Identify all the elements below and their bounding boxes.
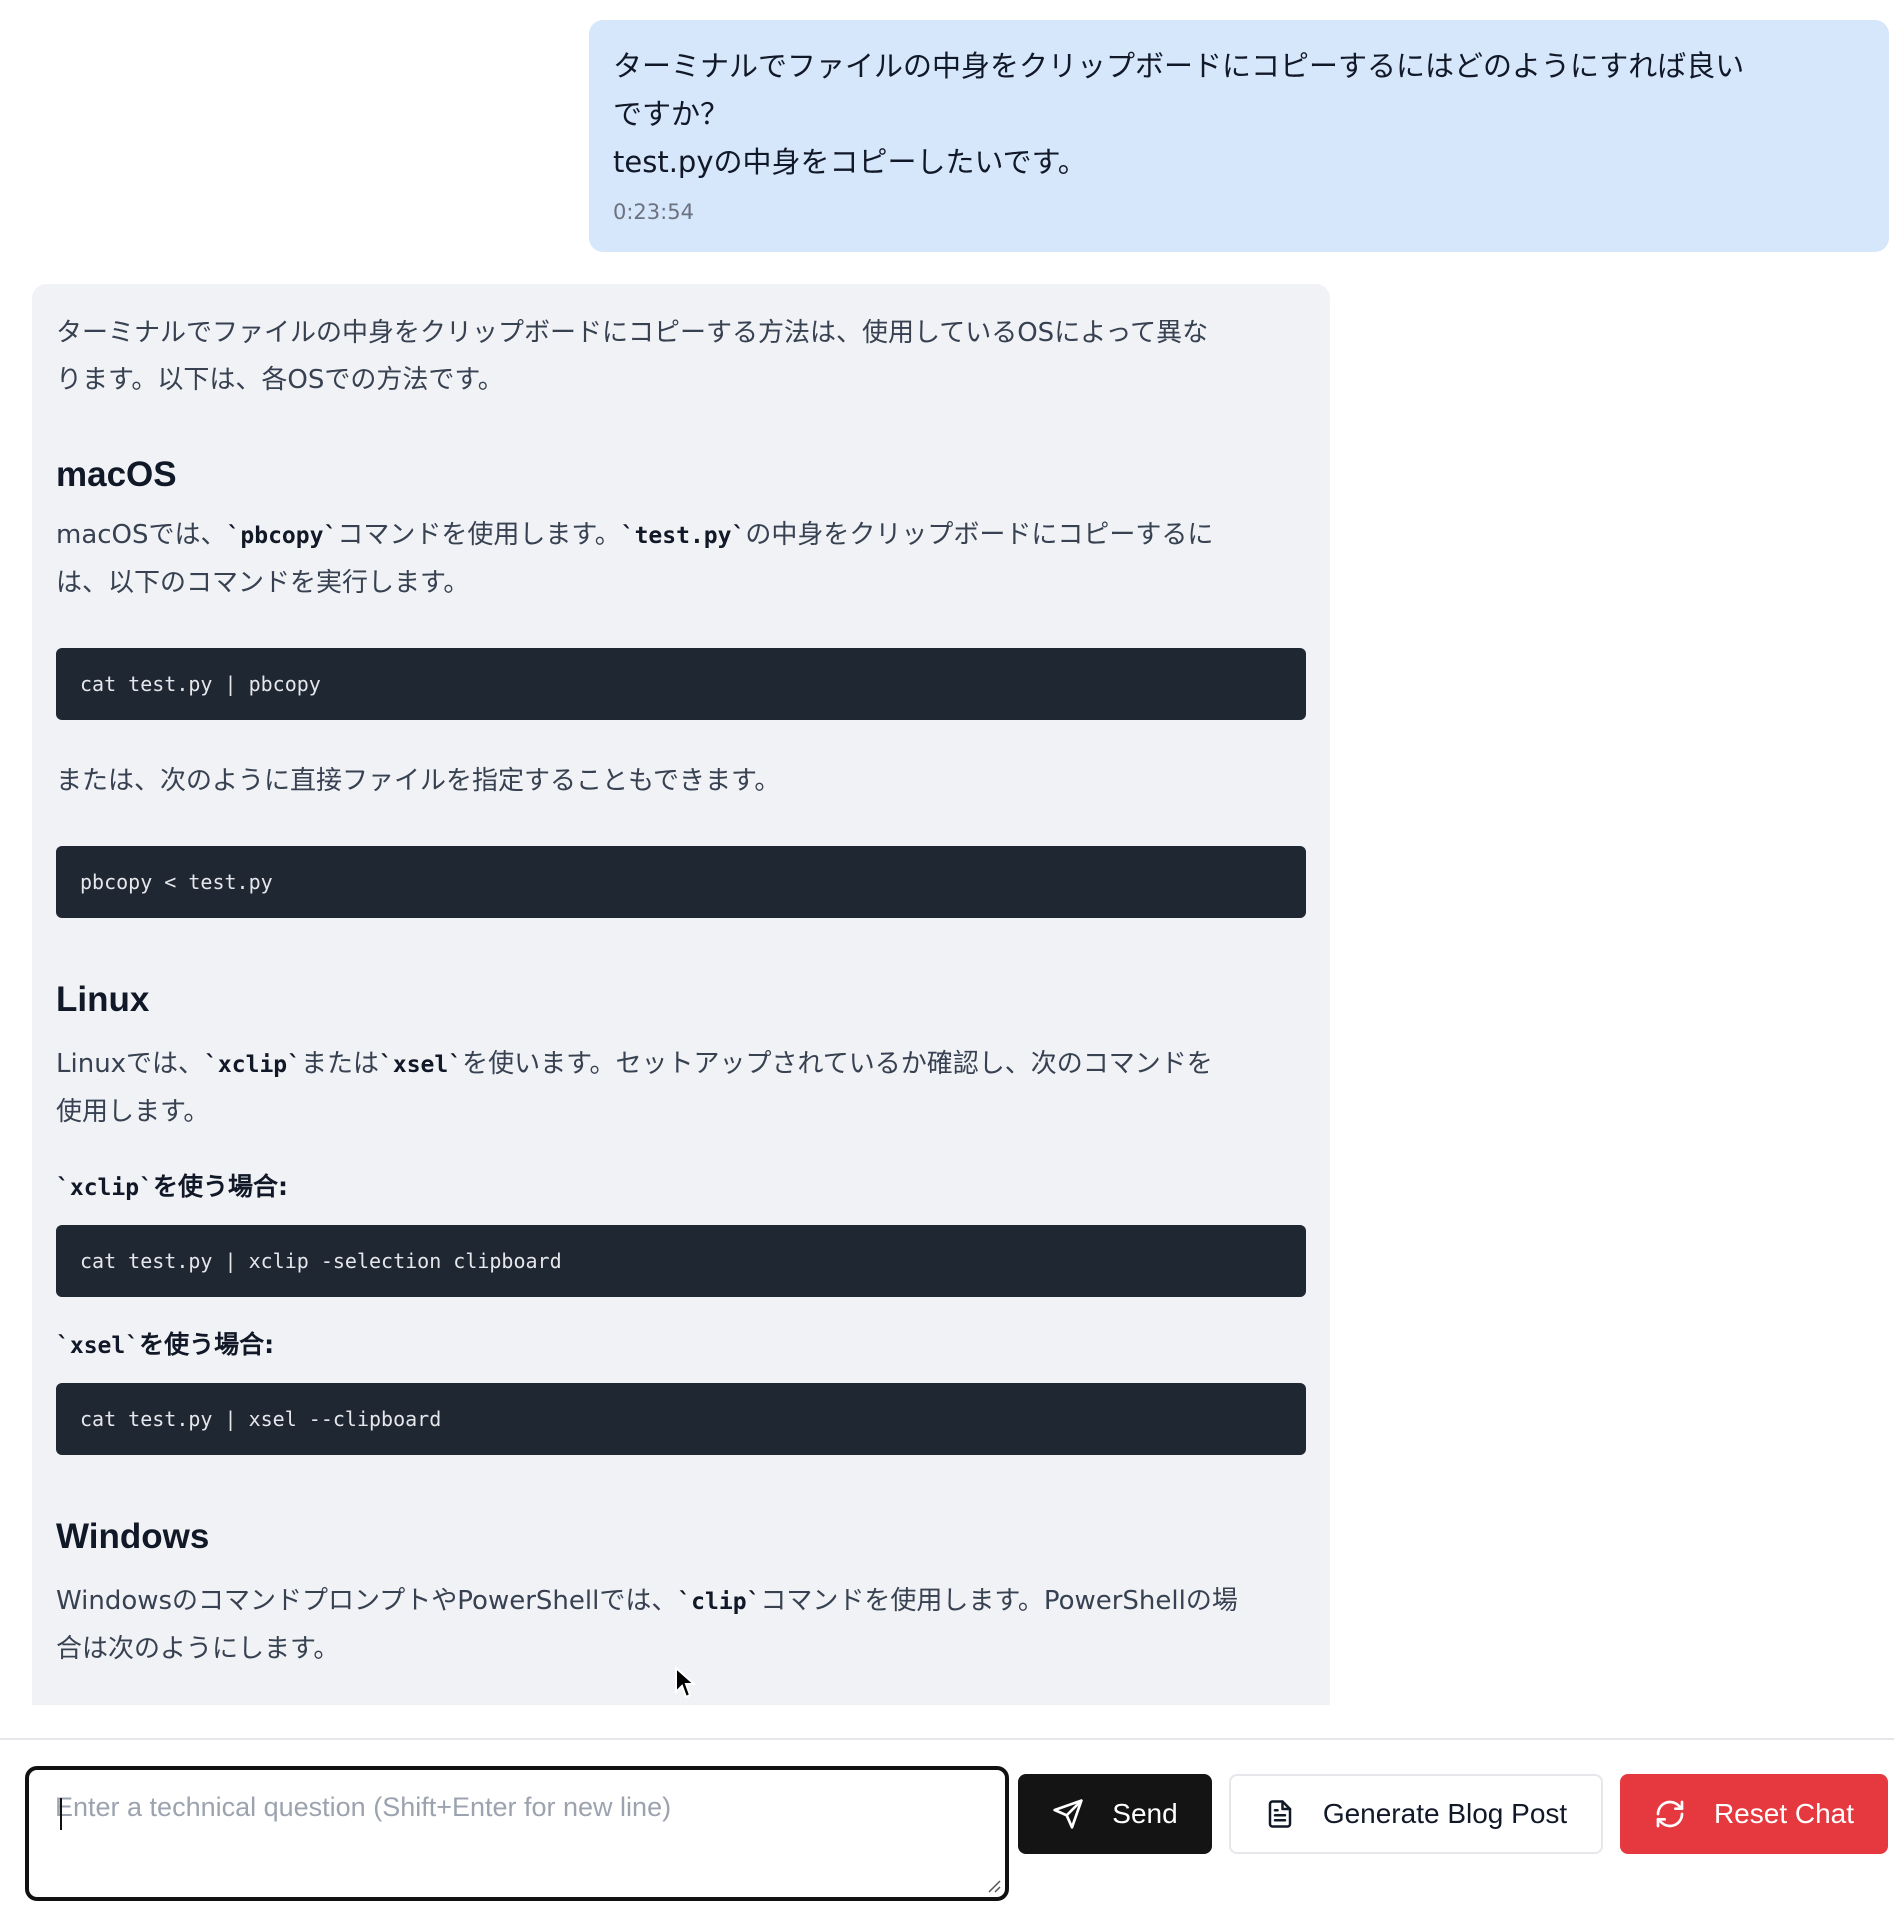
text: Windowsのコマンドプロンプトや (56, 1586, 458, 1616)
user-message-line: test.pyの中身をコピーしたいです。 (613, 145, 1087, 179)
input-bar: Send Generate Blog Post Reset Chat (0, 1738, 1894, 1924)
code-block-xsel[interactable]: cat test.py | xsel --clipboard (56, 1383, 1306, 1455)
subheading-xclip: `xclip`を使う場合: (56, 1170, 1306, 1205)
document-icon (1268, 1800, 1292, 1828)
reset-chat-button[interactable]: Reset Chat (1620, 1774, 1888, 1854)
intro-line: ターミナルでファイルの中身をクリップボードにコピーする方法は、使用しているOSに… (56, 318, 1209, 348)
text: コマンドを使用します。 (337, 520, 621, 550)
inline-code: `xsel` (56, 1333, 140, 1359)
text: Linuxでは、 (56, 1049, 205, 1079)
inline-code: `clip` (677, 1589, 761, 1615)
send-button-label: Send (1112, 1798, 1178, 1829)
reset-chat-label: Reset Chat (1713, 1798, 1855, 1829)
paper-plane-icon (1053, 1799, 1083, 1829)
inline-code: `xsel` (379, 1052, 463, 1078)
send-button[interactable]: Send (1018, 1774, 1212, 1854)
text: を使う場合: (152, 1172, 288, 1201)
user-message-line: ターミナルでファイルの中身をクリップボードにコピーするにはどのようにすれば良い (613, 49, 1745, 83)
code-block-xclip[interactable]: cat test.py | xclip -selection clipboard (56, 1225, 1306, 1297)
intro-line: ります。以下は、各OSでの方法です。 (56, 365, 504, 395)
message-timestamp: 0:23:54 (613, 200, 694, 224)
generate-blog-post-label: Generate Blog Post (1322, 1798, 1568, 1829)
inline-code: `xclip` (204, 1052, 301, 1078)
resize-handle-icon[interactable] (985, 1877, 1001, 1893)
text: を使います。セットアップされているか確認し、次のコマンドを (462, 1049, 1213, 1079)
text: 合は次のようにします。 (56, 1634, 340, 1664)
subheading-xsel: `xsel`を使う場合: (56, 1328, 1306, 1363)
text: の中身をクリップボードにコピーするに (745, 520, 1214, 550)
refresh-icon (1656, 1800, 1684, 1828)
question-input-wrapper[interactable] (25, 1766, 1009, 1901)
intro-paragraph: ターミナルでファイルの中身をクリップボードにコピーする方法は、使用しているOSに… (56, 310, 1306, 404)
user-message-text: ターミナルでファイルの中身をクリップボードにコピーするにはどのようにすれば良い … (613, 42, 1865, 186)
windows-paragraph: WindowsのコマンドプロンプトやPowerShellでは、`clip`コマン… (56, 1578, 1306, 1673)
code-block-pbcopy[interactable]: cat test.py | pbcopy (56, 648, 1306, 720)
text: コマンドを使用します。PowerShellの場 (760, 1586, 1238, 1616)
text: を使う場合: (139, 1330, 275, 1359)
text: macOSでは、 (56, 520, 227, 550)
inline-code: `test.py` (620, 523, 746, 549)
code-block-pbcopy-redirect[interactable]: pbcopy < test.py (56, 846, 1306, 918)
text: は、以下のコマンドを実行します。 (56, 568, 470, 598)
chat-area[interactable]: ターミナルでファイルの中身をクリップボードにコピーするにはどのようにすれば良い … (0, 0, 1894, 1705)
user-message-line: ですか？ (613, 97, 730, 131)
question-input[interactable] (29, 1770, 1005, 1897)
text: PowerShellでは、 (457, 1586, 678, 1616)
macos-paragraph-2: または、次のように直接ファイルを指定することもできます。 (56, 766, 781, 796)
generate-blog-post-button[interactable]: Generate Blog Post (1229, 1774, 1603, 1854)
mouse-pointer-icon (675, 1666, 697, 1699)
user-message-bubble: ターミナルでファイルの中身をクリップボードにコピーするにはどのようにすれば良い … (589, 20, 1889, 252)
assistant-message-bubble: ターミナルでファイルの中身をクリップボードにコピーする方法は、使用しているOSに… (32, 284, 1330, 1705)
text: 使用します。 (56, 1097, 210, 1127)
heading-windows: Windows (56, 1517, 210, 1556)
macos-paragraph: macOSでは、`pbcopy`コマンドを使用します。`test.py`の中身を… (56, 512, 1306, 607)
text-caret (60, 1798, 62, 1830)
inline-code: `xclip` (56, 1175, 153, 1201)
linux-paragraph: Linuxでは、`xclip`または`xsel`を使います。セットアップされてい… (56, 1041, 1306, 1136)
heading-macos: macOS (56, 455, 177, 494)
inline-code: `pbcopy` (226, 523, 338, 549)
text: または (301, 1049, 380, 1079)
heading-linux: Linux (56, 980, 150, 1019)
